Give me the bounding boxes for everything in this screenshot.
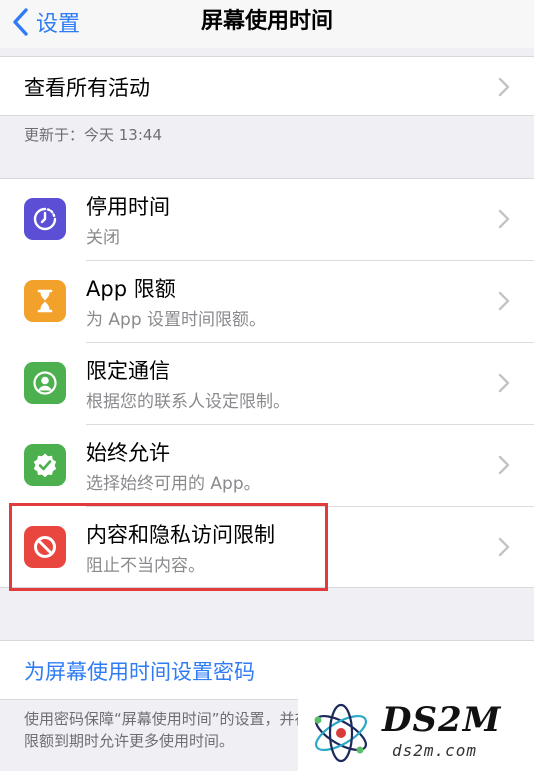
set-passcode-link[interactable]: 为屏幕使用时间设置密码 (24, 656, 255, 686)
row-title: 停用时间 (86, 195, 170, 219)
row-subtitle: 为 App 设置时间限额。 (86, 310, 267, 330)
row-subtitle: 关闭 (86, 228, 120, 248)
navigation-bar: 设置 屏幕使用时间 (0, 0, 534, 48)
screen-time-page: 设置 屏幕使用时间 查看所有活动 更新于：今天 13:44 停用时间 关闭 Ap… (0, 0, 534, 771)
row-title: App 限额 (86, 277, 176, 301)
chevron-right-icon (498, 455, 510, 475)
list-item-app-limits[interactable]: App 限额 为 App 设置时间限额。 (0, 261, 534, 343)
see-all-activity-row[interactable]: 查看所有活动 (0, 56, 534, 116)
set-passcode-row[interactable]: 为屏幕使用时间设置密码 (0, 640, 534, 700)
row-subtitle: 选择始终可用的 App。 (86, 474, 261, 494)
row-title: 限定通信 (86, 359, 170, 383)
chevron-right-icon (498, 373, 510, 393)
page-title: 屏幕使用时间 (200, 9, 333, 34)
prohibited-icon (24, 526, 66, 568)
contact-icon (24, 362, 66, 404)
list-item-downtime[interactable]: 停用时间 关闭 (0, 179, 534, 261)
list-item-always-allowed[interactable]: 始终允许 选择始终可用的 App。 (0, 425, 534, 507)
list-item-communication-limits[interactable]: 限定通信 根据您的联系人设定限制。 (0, 343, 534, 425)
downtime-icon (24, 198, 66, 240)
checkmark-badge-icon (24, 444, 66, 486)
row-subtitle: 根据您的联系人设定限制。 (86, 392, 290, 412)
passcode-footnote: 使用密码保障“屏幕使用时间”的设置，并在限额到期时允许更多使用时间。 (24, 710, 310, 750)
watermark: DS2M ds2m.com (298, 694, 534, 771)
atom-logo-icon (314, 703, 367, 763)
chevron-right-icon (498, 209, 510, 229)
chevron-right-icon (498, 77, 510, 97)
hourglass-icon (24, 280, 66, 322)
watermark-url: ds2m.com (392, 741, 478, 760)
watermark-brand: DS2M (382, 700, 502, 740)
screen-time-features-list: 停用时间 关闭 App 限额 为 App 设置时间限额。 限定通信 根据您的联系… (0, 178, 534, 588)
row-title: 内容和隐私访问限制 (86, 523, 275, 547)
row-title: 始终允许 (86, 441, 170, 465)
see-all-activity-label: 查看所有活动 (24, 76, 150, 100)
chevron-right-icon (498, 291, 510, 311)
row-subtitle: 阻止不当内容。 (86, 556, 205, 576)
list-item-content-privacy-restrictions[interactable]: 内容和隐私访问限制 阻止不当内容。 (0, 507, 534, 589)
updated-timestamp: 更新于：今天 13:44 (24, 126, 162, 144)
chevron-right-icon (498, 537, 510, 557)
